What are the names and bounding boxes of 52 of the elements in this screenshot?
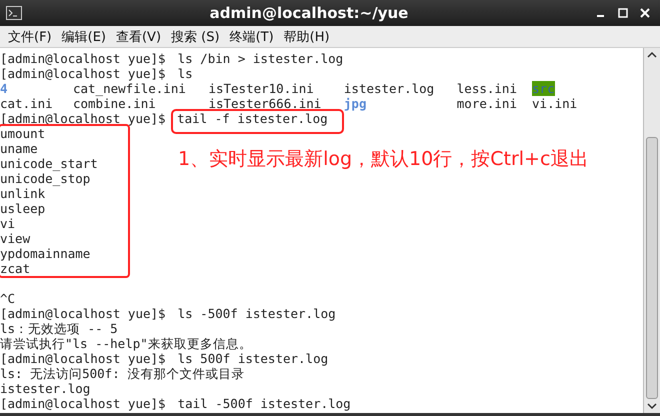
file-name: cat_newfile.ini xyxy=(72,81,186,96)
file-name: 4 xyxy=(0,81,8,96)
command-text: ls -500f istester.log xyxy=(178,306,336,321)
command-text: tail -500f istester.log xyxy=(178,396,351,411)
menu-item[interactable]: 查看(V) xyxy=(112,28,168,46)
output-line: usleep xyxy=(0,201,46,216)
file-name: more.ini xyxy=(456,96,517,111)
file-name: isTester10.ini xyxy=(208,81,314,96)
file-name: combine.ini xyxy=(72,96,156,111)
window-title: admin@localhost:~/yue xyxy=(208,4,410,22)
shell-prompt: [admin@localhost yue]$ xyxy=(0,66,166,81)
output-line: unicode_stop xyxy=(0,171,92,186)
output-line: ypdomainname xyxy=(0,246,92,261)
menu-item[interactable]: 帮助(H) xyxy=(280,28,336,46)
shell-prompt: [admin@localhost yue]$ xyxy=(0,51,166,66)
scrollbar[interactable] xyxy=(643,48,660,413)
output-line: view xyxy=(0,231,32,246)
shell-prompt: [admin@localhost yue]$ xyxy=(0,351,166,366)
terminal-icon xyxy=(6,6,22,20)
file-name: cat.ini xyxy=(0,96,53,111)
file-name: src xyxy=(532,81,555,96)
command-text: ls 500f istester.log xyxy=(178,351,328,366)
close-icon[interactable] xyxy=(640,8,650,18)
output-line: ls：无效选项 -- 5 xyxy=(0,321,119,336)
command-text: ls /bin > istester.log xyxy=(178,51,344,66)
output-line: zcat xyxy=(0,261,32,276)
shell-prompt: [admin@localhost yue]$ xyxy=(0,396,166,411)
shell-prompt: [admin@localhost yue]$ xyxy=(0,111,166,126)
output-line: 请尝试执行"ls --help"来获取更多信息。 xyxy=(0,336,253,351)
file-name: less.ini xyxy=(456,81,517,96)
output-line: uname xyxy=(0,141,39,156)
output-line: unlink xyxy=(0,186,46,201)
menu-item[interactable]: 终端(T) xyxy=(226,28,280,46)
file-name: istester.log xyxy=(344,81,434,96)
scroll-thumb[interactable] xyxy=(646,137,658,399)
output-line: ls: 无法访问500f: 没有那个文件或目录 xyxy=(0,366,246,381)
file-name: vi.ini xyxy=(532,96,578,111)
output-line: umount xyxy=(0,126,46,141)
output-line: vi xyxy=(0,216,16,231)
output-line: ^C xyxy=(0,291,16,306)
annotation-text: 1、实时显示最新log，默认10行，按Ctrl+c退出 xyxy=(178,147,588,172)
command-text: ls xyxy=(178,66,193,81)
shell-prompt: [admin@localhost yue]$ xyxy=(0,306,166,321)
command-text: tail -f istester.log xyxy=(173,111,342,132)
menu-item[interactable]: 搜索 (S) xyxy=(167,28,226,46)
output-line: istester.log xyxy=(0,381,92,396)
maximize-icon[interactable] xyxy=(618,8,628,18)
file-name: jpg xyxy=(344,96,366,111)
output-line: unicode_start xyxy=(0,156,99,171)
menu-item[interactable]: 编辑(E) xyxy=(58,28,112,46)
menu-item[interactable]: 文件(F) xyxy=(4,28,58,46)
file-name: isTester666.ini xyxy=(208,96,322,111)
